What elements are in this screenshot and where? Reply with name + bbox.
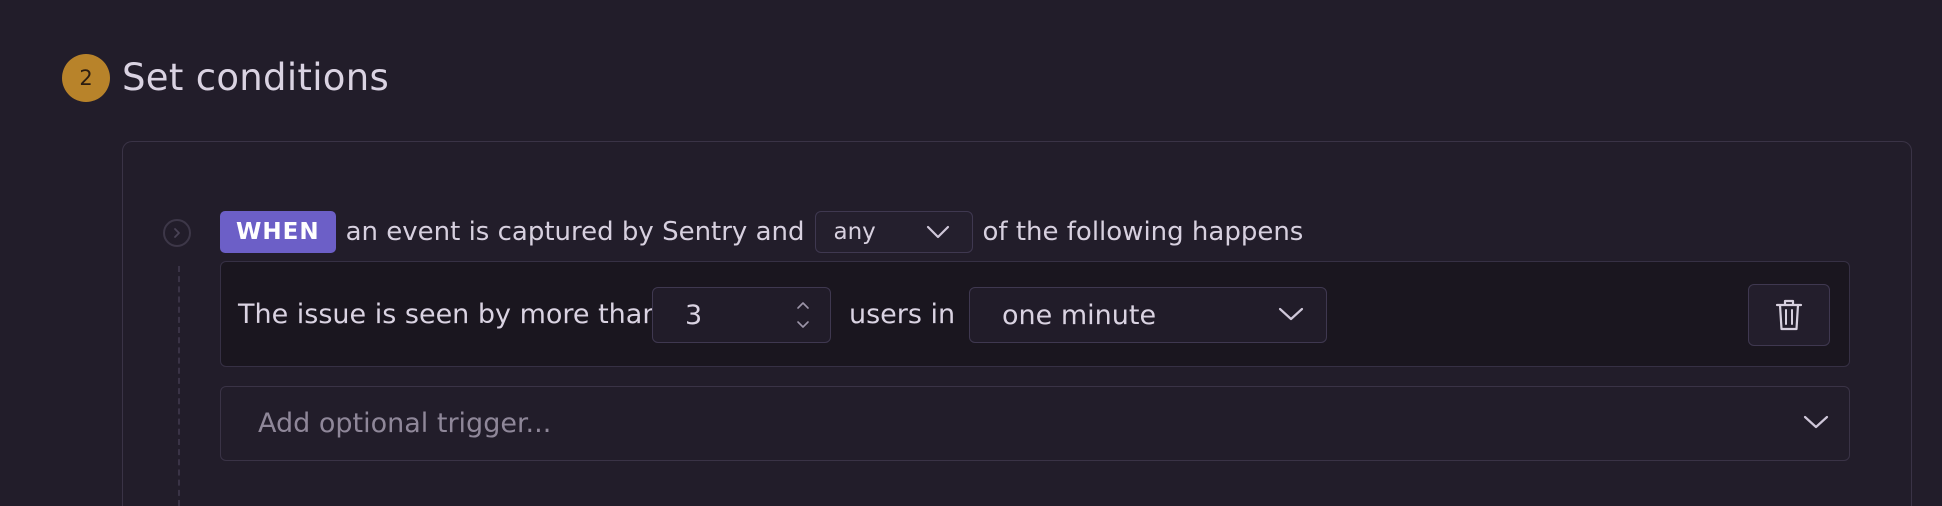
- action-match-select[interactable]: any: [814, 211, 973, 253]
- when-text-after: of the following happens: [982, 217, 1304, 247]
- when-tag: WHEN: [220, 211, 336, 253]
- when-row: WHEN an event is captured by Sentry and …: [220, 211, 1303, 253]
- interval-select[interactable]: one minute: [969, 287, 1327, 343]
- user-count-input[interactable]: 3: [652, 287, 831, 343]
- add-optional-trigger-select[interactable]: Add optional trigger...: [220, 386, 1850, 461]
- chevron-right-circle-icon: [163, 219, 191, 247]
- alert-rule-page: 2 Set conditions WHEN an event is captur…: [0, 0, 1942, 506]
- when-text-before: an event is captured by Sentry and: [345, 217, 805, 247]
- condition-middle-text: users in: [849, 299, 956, 330]
- timeline-connector: [178, 266, 180, 506]
- chevron-down-icon: [1803, 415, 1829, 429]
- condition-row: The issue is seen by more than 3 users i…: [220, 261, 1850, 367]
- up-down-stepper-icon[interactable]: [796, 298, 810, 332]
- step-title: Set conditions: [122, 56, 390, 99]
- delete-condition-button[interactable]: [1748, 284, 1830, 346]
- step-number-badge: 2: [62, 54, 110, 102]
- chevron-down-icon: [926, 225, 949, 239]
- user-count-value: 3: [685, 300, 703, 331]
- add-trigger-placeholder: Add optional trigger...: [258, 408, 552, 439]
- condition-prefix: The issue is seen by more than: [238, 299, 660, 330]
- action-match-value: any: [833, 219, 876, 245]
- chevron-down-icon: [1278, 307, 1304, 321]
- trash-icon: [1775, 299, 1803, 331]
- interval-value: one minute: [1002, 300, 1157, 331]
